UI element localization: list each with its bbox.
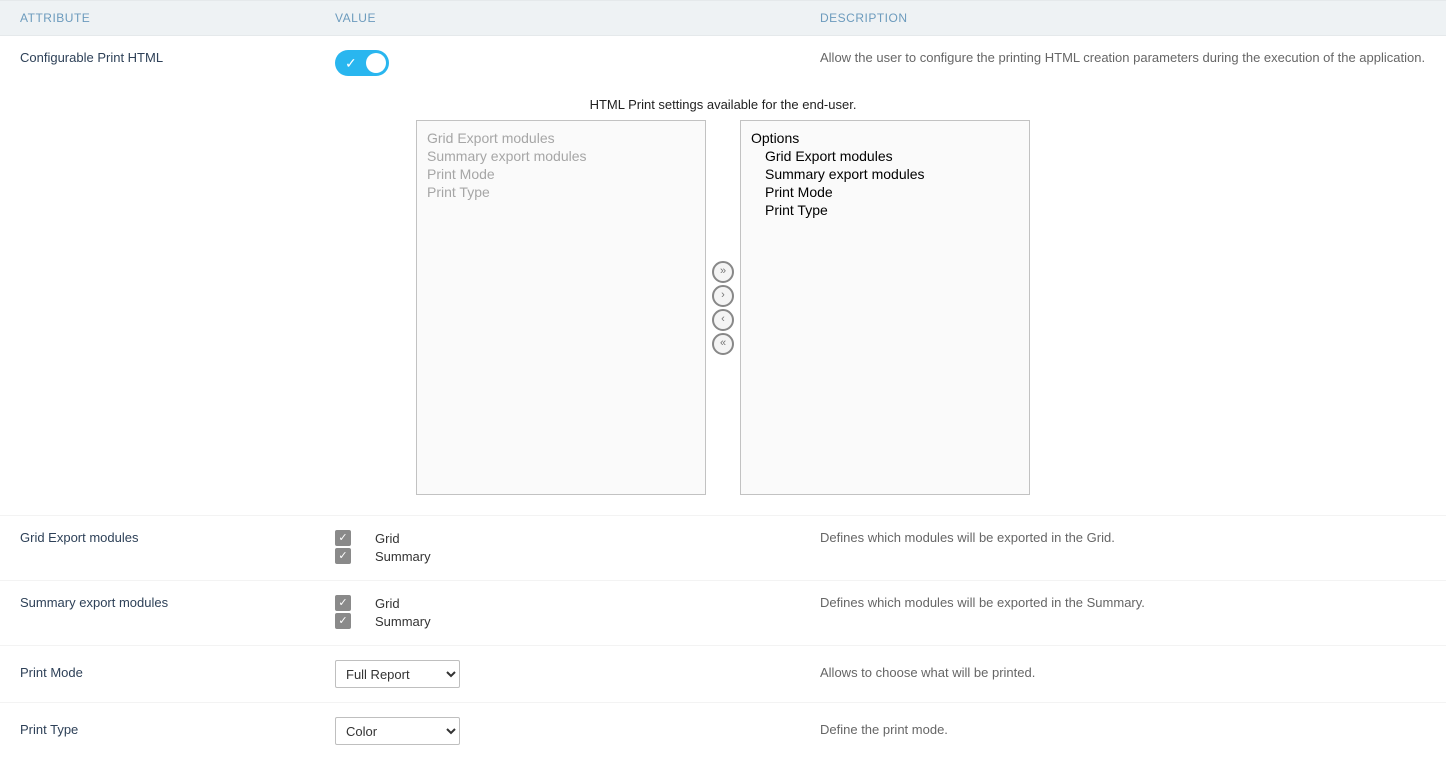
label-grid-export-modules: Grid Export modules [20, 530, 335, 566]
header-description: DESCRIPTION [820, 11, 1426, 25]
move-all-left-button[interactable]: « [712, 333, 734, 355]
double-chevron-right-icon: » [720, 266, 726, 277]
label-configurable-print-html: Configurable Print HTML [20, 50, 335, 79]
transfer-buttons: » › ‹ « [712, 120, 734, 495]
checkbox-grid-export-grid[interactable]: ✓ [335, 530, 351, 546]
header-value: VALUE [335, 11, 820, 25]
row-dual-list: HTML Print settings available for the en… [0, 93, 1446, 516]
checkbox-label: Grid [375, 531, 400, 546]
list-item[interactable]: Print Mode [751, 183, 1019, 201]
desc-print-type: Define the print mode. [820, 717, 1426, 745]
label-print-mode: Print Mode [20, 660, 335, 688]
select-print-type[interactable]: Color [335, 717, 460, 745]
label-summary-export-modules: Summary export modules [20, 595, 335, 631]
checkbox-label: Grid [375, 596, 400, 611]
list-item[interactable]: Print Type [751, 201, 1019, 219]
row-print-mode: Print Mode Full Report Allows to choose … [0, 646, 1446, 703]
checkbox-label: Summary [375, 549, 431, 564]
desc-configurable-print-html: Allow the user to configure the printing… [820, 50, 1426, 79]
label-print-type: Print Type [20, 717, 335, 745]
row-configurable-print-html: Configurable Print HTML ✓ Allow the user… [0, 36, 1446, 93]
check-icon: ✓ [345, 55, 357, 72]
checkbox-summary-export-summary[interactable]: ✓ [335, 613, 351, 629]
list-item[interactable]: Print Type [427, 183, 695, 201]
row-grid-export-modules: Grid Export modules ✓ Grid ✓ Summary Def… [0, 516, 1446, 581]
chevron-right-icon: › [721, 290, 725, 301]
dual-list-caption: HTML Print settings available for the en… [20, 97, 1426, 112]
checkbox-grid-export-summary[interactable]: ✓ [335, 548, 351, 564]
header-attribute: ATTRIBUTE [20, 11, 335, 25]
move-all-right-button[interactable]: » [712, 261, 734, 283]
list-item[interactable]: Print Mode [427, 165, 695, 183]
selected-listbox[interactable]: Options Grid Export modules Summary expo… [740, 120, 1030, 495]
list-item[interactable]: Summary export modules [751, 165, 1019, 183]
chevron-left-icon: ‹ [721, 314, 725, 325]
move-left-button[interactable]: ‹ [712, 309, 734, 331]
move-right-button[interactable]: › [712, 285, 734, 307]
row-summary-export-modules: Summary export modules ✓ Grid ✓ Summary … [0, 581, 1446, 646]
double-chevron-left-icon: « [720, 338, 726, 349]
desc-summary-export-modules: Defines which modules will be exported i… [820, 595, 1426, 631]
list-item[interactable]: Grid Export modules [427, 129, 695, 147]
list-item[interactable]: Summary export modules [427, 147, 695, 165]
row-print-type: Print Type Color Define the print mode. [0, 703, 1446, 759]
desc-grid-export-modules: Defines which modules will be exported i… [820, 530, 1426, 566]
checkbox-label: Summary [375, 614, 431, 629]
list-item[interactable]: Grid Export modules [751, 147, 1019, 165]
available-listbox[interactable]: Grid Export modules Summary export modul… [416, 120, 706, 495]
toggle-configurable-print-html[interactable]: ✓ [335, 50, 389, 76]
toggle-knob [366, 53, 386, 73]
list-item[interactable]: Options [751, 129, 1019, 147]
select-print-mode[interactable]: Full Report [335, 660, 460, 688]
checkbox-summary-export-grid[interactable]: ✓ [335, 595, 351, 611]
desc-print-mode: Allows to choose what will be printed. [820, 660, 1426, 688]
table-header: ATTRIBUTE VALUE DESCRIPTION [0, 0, 1446, 36]
